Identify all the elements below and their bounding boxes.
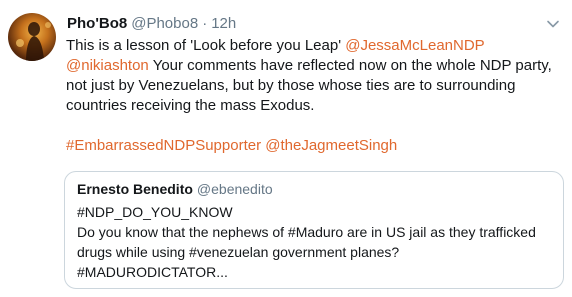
author-handle[interactable]: @Phobo8 — [131, 15, 198, 32]
quoted-text-line: Do you know that the nephews of #Maduro … — [77, 224, 536, 240]
avatar[interactable] — [8, 13, 56, 61]
tweet-timestamp[interactable]: 12h — [211, 15, 236, 32]
quoted-author-display-name: Ernesto Benedito — [77, 181, 193, 197]
mention-link[interactable]: @JessaMcLeanNDP — [345, 37, 484, 54]
quoted-text-line: #NDP_DO_YOU_KNOW — [77, 204, 233, 220]
hashtag-link[interactable]: #EmbarrassedNDPSupporter — [66, 137, 261, 154]
chevron-down-icon[interactable] — [546, 17, 560, 31]
quoted-tweet-header: Ernesto Benedito @ebenedito — [77, 180, 273, 198]
separator-dot: · — [202, 15, 208, 32]
mention-link[interactable]: @theJagmeetSingh — [265, 137, 397, 154]
tweet-text: This is a lesson of 'Look before you Lea… — [66, 36, 566, 156]
quoted-tweet-text: #NDP_DO_YOU_KNOW Do you know that the ne… — [77, 202, 557, 282]
tweet-line-1-text: This is a lesson of 'Look before you Lea… — [66, 37, 346, 54]
mention-link[interactable]: @nikiashton — [66, 57, 149, 74]
quoted-tweet-card[interactable]: Ernesto Benedito @ebenedito #NDP_DO_YOU_K… — [64, 171, 564, 289]
quoted-text-line: drugs while using #venezuelan government… — [77, 244, 400, 260]
quoted-author-handle: @ebenedito — [196, 181, 273, 197]
avatar-figure-graphic — [16, 22, 51, 61]
tweet-paragraph-1: This is a lesson of 'Look before you Lea… — [66, 36, 566, 116]
tweet-paragraph-2: #EmbarrassedNDPSupporter @theJagmeetSing… — [66, 136, 566, 156]
author-display-name[interactable]: Pho'Bo8 — [67, 15, 127, 32]
quoted-text-line: #MADURODICTATOR... — [77, 264, 228, 280]
tweet-header: Pho'Bo8 @Phobo8 · 12h — [67, 14, 542, 34]
